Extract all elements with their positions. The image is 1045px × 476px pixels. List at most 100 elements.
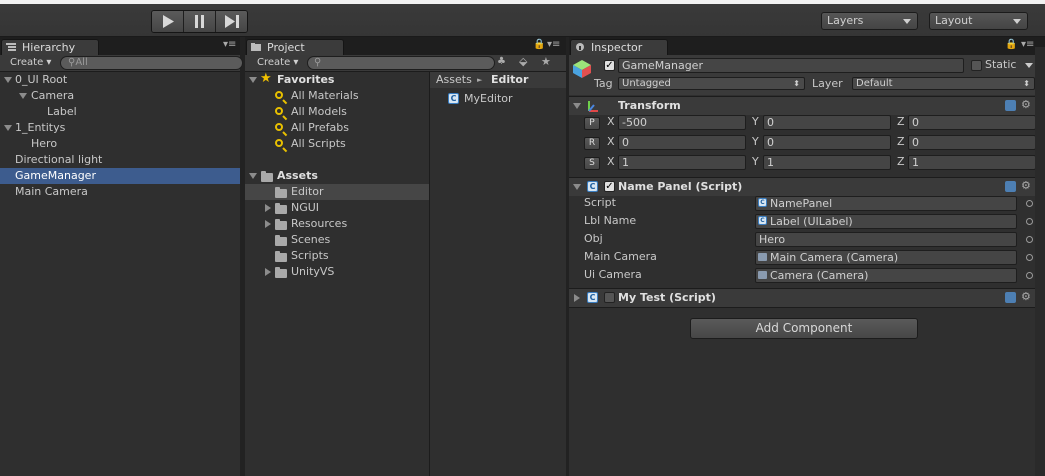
help-icon[interactable]: [1005, 100, 1016, 111]
tree-item-label-node[interactable]: Label: [0, 104, 240, 120]
field-label-obj: Obj: [584, 232, 603, 245]
position-x-field[interactable]: -500: [618, 115, 746, 130]
step-button[interactable]: [216, 11, 247, 32]
name-panel-header[interactable]: C ✓ Name Panel (Script) ⚙: [569, 177, 1045, 196]
position-z-field[interactable]: 0: [908, 115, 1036, 130]
tree-item-gamemanager[interactable]: GameManager: [0, 168, 240, 184]
tree-favorites[interactable]: ★ Favorites: [245, 71, 429, 88]
folder-scripts[interactable]: Scripts: [245, 248, 429, 264]
lock-icon[interactable]: 🔒: [1005, 39, 1017, 50]
rotation-x-field[interactable]: 0: [618, 135, 746, 150]
lock-icon[interactable]: 🔒: [533, 39, 545, 50]
tab-hierarchy[interactable]: Hierarchy: [1, 39, 99, 56]
tab-inspector[interactable]: Inspector: [570, 39, 668, 56]
object-name-field[interactable]: GameManager: [618, 58, 964, 73]
layers-dropdown[interactable]: Layers: [821, 12, 918, 30]
folder-icon: [275, 235, 287, 246]
hierarchy-create-button[interactable]: Create ▾: [10, 56, 51, 70]
chevron-down-icon: [249, 173, 257, 179]
folder-resources[interactable]: Resources: [245, 216, 429, 232]
layers-label: Layers: [827, 14, 864, 27]
pause-button[interactable]: [184, 11, 216, 32]
field-value-text: Label (UILabel): [770, 215, 853, 228]
rotation-y-field[interactable]: 0: [763, 135, 891, 150]
add-component-button[interactable]: Add Component: [690, 318, 918, 339]
script-icon: C: [448, 93, 459, 104]
field-value-obj[interactable]: Hero: [755, 232, 1017, 247]
project-file-view: Assets ► Editor C MyEditor: [430, 72, 566, 476]
menu-icon[interactable]: ▾≡: [547, 39, 560, 50]
file-myeditor[interactable]: C MyEditor: [430, 91, 566, 107]
tree-assets[interactable]: Assets: [245, 168, 429, 184]
layout-dropdown[interactable]: Layout: [929, 12, 1028, 30]
name-panel-enabled-checkbox[interactable]: ✓: [604, 181, 615, 192]
position-reset-button[interactable]: P: [584, 117, 600, 130]
field-value-main-camera[interactable]: Main Camera (Camera): [755, 250, 1017, 265]
scale-z-field[interactable]: 1: [908, 155, 1036, 170]
position-y-field[interactable]: 0: [763, 115, 891, 130]
favorite-item-all-models[interactable]: All Models: [245, 104, 429, 120]
tree-item-main-camera[interactable]: Main Camera: [0, 184, 240, 200]
transform-header[interactable]: Transform ⚙: [569, 96, 1045, 115]
tree-item-hero[interactable]: Hero: [0, 136, 240, 152]
scale-y-field[interactable]: 1: [763, 155, 891, 170]
my-test-header[interactable]: C My Test (Script) ⚙: [569, 288, 1045, 307]
gear-icon[interactable]: ⚙: [1021, 290, 1031, 303]
hierarchy-search-input[interactable]: ⚲All: [60, 56, 243, 70]
object-picker-icon[interactable]: [1026, 272, 1033, 279]
tab-project[interactable]: Project: [246, 39, 344, 56]
play-button[interactable]: [152, 11, 184, 32]
object-picker-icon[interactable]: [1026, 236, 1033, 243]
star-icon[interactable]: ★: [541, 55, 551, 68]
favorite-item-all-prefabs[interactable]: All Prefabs: [245, 120, 429, 136]
project-create-button[interactable]: Create ▾: [257, 56, 298, 70]
folder-unityvs[interactable]: UnityVS: [245, 264, 429, 280]
my-test-enabled-checkbox[interactable]: [604, 292, 615, 303]
breadcrumb-editor[interactable]: Editor: [491, 72, 528, 88]
tree-item-label: 0_UI Root: [15, 73, 68, 86]
my-test-title: My Test (Script): [618, 291, 716, 304]
scale-reset-button[interactable]: S: [584, 157, 600, 170]
filter-type-icon[interactable]: ♣: [497, 56, 506, 67]
project-search-input[interactable]: ⚲: [307, 56, 495, 70]
folder-scenes[interactable]: Scenes: [245, 232, 429, 248]
help-icon[interactable]: [1005, 292, 1016, 303]
breadcrumb-assets[interactable]: Assets: [436, 72, 472, 88]
static-dropdown-icon[interactable]: [1025, 63, 1033, 68]
static-checkbox[interactable]: [971, 60, 982, 71]
layer-dropdown[interactable]: Default ⬍: [852, 77, 1035, 90]
favorite-item-all-scripts[interactable]: All Scripts: [245, 136, 429, 152]
scale-x-field[interactable]: 1: [618, 155, 746, 170]
field-value-lbl-name[interactable]: C Label (UILabel): [755, 214, 1017, 229]
folder-icon: [275, 187, 287, 198]
gear-icon[interactable]: ⚙: [1021, 98, 1031, 111]
divider: [569, 307, 1045, 308]
label-tag-icon[interactable]: ⬙: [519, 55, 527, 68]
search-placeholder: All: [75, 57, 88, 68]
menu-icon[interactable]: ▾≡: [223, 39, 236, 50]
folder-icon: [275, 267, 287, 278]
chevron-down-icon: [249, 77, 257, 83]
transform-axis-icon: [588, 101, 598, 112]
tree-item-1-entitys[interactable]: 1_Entitys: [0, 120, 240, 136]
tree-item-0-ui-root[interactable]: 0_UI Root: [0, 72, 240, 88]
inspector-scrollbar[interactable]: [1035, 47, 1045, 476]
folder-ngui[interactable]: NGUI: [245, 200, 429, 216]
folder-editor[interactable]: Editor: [245, 184, 429, 200]
field-label-lbl-name: Lbl Name: [584, 214, 637, 227]
tree-item-directional-light[interactable]: Directional light: [0, 152, 240, 168]
object-picker-icon[interactable]: [1026, 254, 1033, 261]
object-picker-icon[interactable]: [1026, 218, 1033, 225]
field-value-script[interactable]: C NamePanel: [755, 196, 1017, 211]
help-icon[interactable]: [1005, 181, 1016, 192]
favorite-item-all-materials[interactable]: All Materials: [245, 88, 429, 104]
active-checkbox[interactable]: ✓: [604, 60, 615, 71]
tree-item-camera[interactable]: Camera: [0, 88, 240, 104]
object-picker-icon[interactable]: [1026, 200, 1033, 207]
rotation-reset-button[interactable]: R: [584, 137, 600, 150]
field-value-ui-camera[interactable]: Camera (Camera): [755, 268, 1017, 283]
tag-dropdown[interactable]: Untagged ⬍: [618, 77, 805, 90]
gear-icon[interactable]: ⚙: [1021, 179, 1031, 192]
menu-icon[interactable]: ▾≡: [1021, 39, 1034, 50]
rotation-z-field[interactable]: 0: [908, 135, 1036, 150]
